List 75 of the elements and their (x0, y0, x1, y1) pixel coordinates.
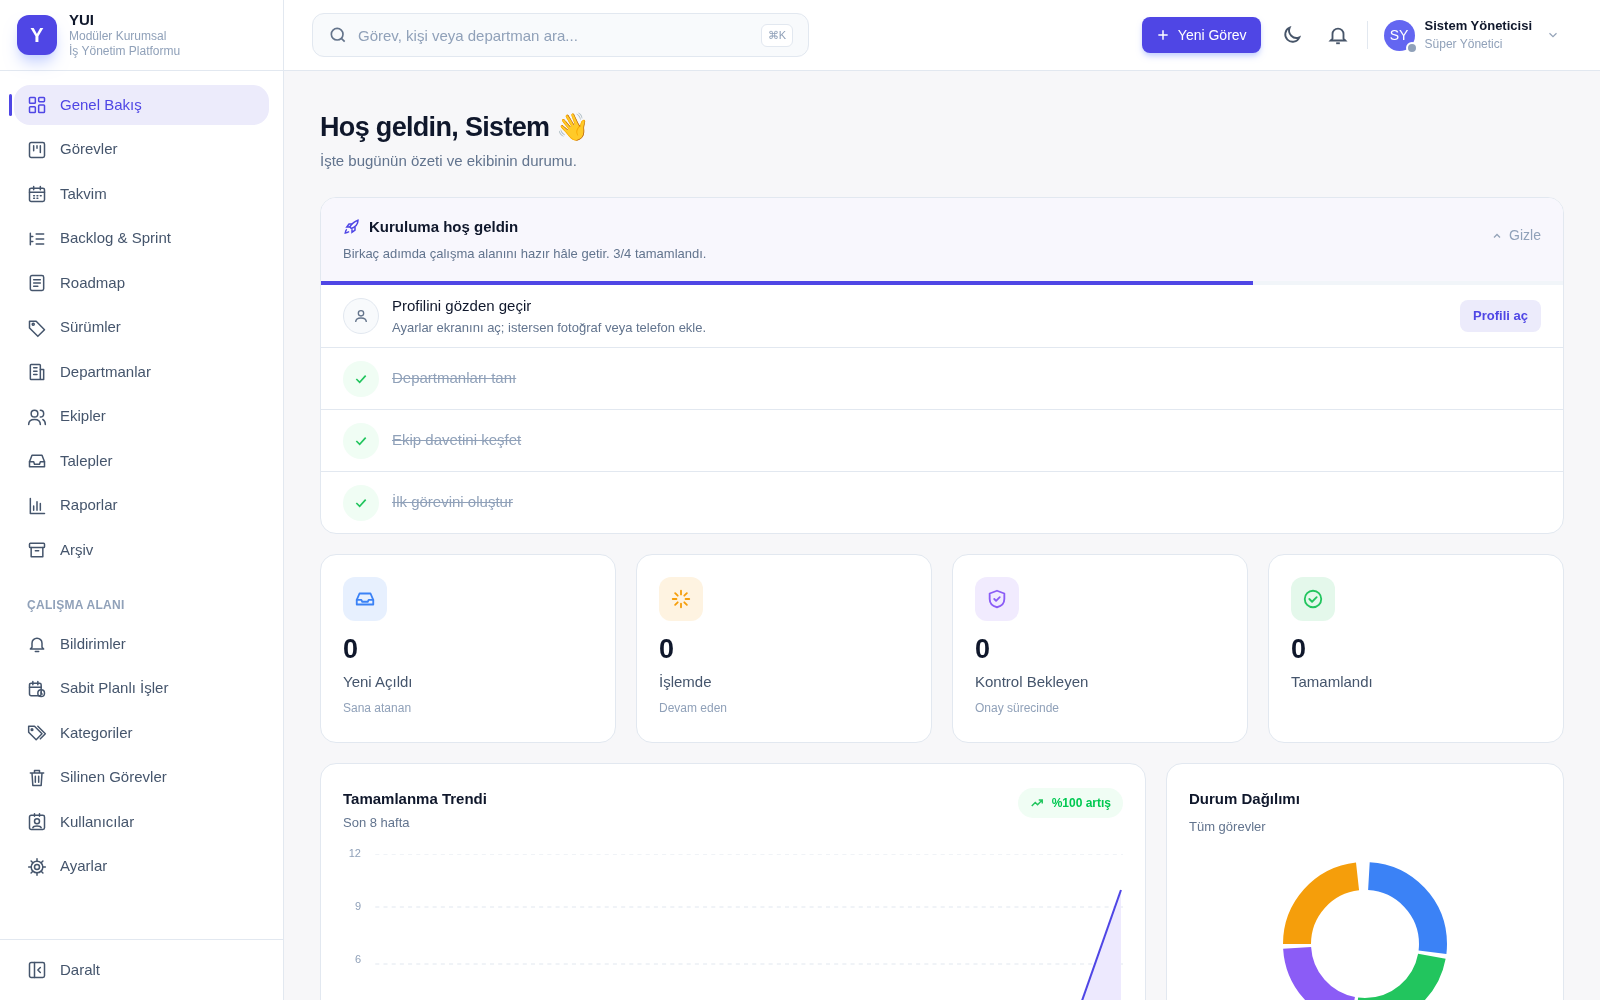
stat-label: Kontrol Bekleyen (975, 671, 1090, 692)
sidebar-item[interactable]: Ayarlar (14, 846, 269, 887)
stat-caption: Sana atanan (343, 700, 413, 718)
sidebar-item[interactable]: Takvim (14, 174, 269, 214)
sidebar-item[interactable]: Kullanıcılar (14, 802, 269, 842)
user-name: Sistem Yöneticisi (1424, 18, 1532, 35)
step-title: Ekip davetini keşfet (392, 430, 522, 451)
grid-icon (27, 95, 47, 115)
sidebar-item[interactable]: Arşiv (14, 530, 269, 570)
calendar-clock-icon (27, 678, 47, 699)
active-indicator (9, 94, 12, 116)
building-icon (27, 362, 47, 382)
trash-icon (27, 767, 47, 788)
sidebar-item[interactable]: Raporlar (14, 485, 269, 526)
rocket-icon (343, 218, 361, 237)
setup-title: Kuruluma hoş geldin (369, 217, 519, 237)
step-title: Departmanları tanı (392, 368, 517, 389)
inbox-icon (27, 451, 47, 471)
stat-label: Tamamlandı (1291, 671, 1374, 692)
stat-value: 0 (659, 633, 676, 666)
shortcut-hint: ⌘K (760, 24, 793, 47)
tags-icon (27, 723, 47, 743)
sidebar-item[interactable]: Bildirimler (14, 624, 269, 664)
brand-name: YUI (69, 10, 95, 30)
stat-value: 0 (343, 633, 360, 666)
sidebar-item[interactable]: Talepler (14, 441, 269, 481)
sidebar-item[interactable]: Genel Bakış (14, 85, 269, 125)
sidebar-item[interactable]: Roadmap (14, 263, 269, 303)
sidebar-collapse-icon (27, 960, 47, 980)
logo-icon: Y (17, 15, 57, 55)
bar-chart-icon (27, 495, 47, 516)
collapse-sidebar-link[interactable]: Daralt (14, 950, 269, 990)
step-title: Profilini gözden geçir (392, 296, 533, 316)
axis-label: 12 (347, 848, 361, 859)
sidebar-item[interactable]: Görevler (14, 129, 269, 170)
sidebar-item[interactable]: Kategoriler (14, 713, 269, 753)
section-heading: ÇALIŞMA ALANI (26, 597, 126, 614)
archive-icon (27, 540, 47, 560)
calendar-icon (27, 184, 47, 204)
stat-label: İşlemde (659, 671, 713, 692)
welcome-subtitle: İşte bugünün özeti ve ekibinin durumu. (320, 150, 578, 171)
user-badge-icon (27, 812, 47, 832)
sidebar-item[interactable]: Sürümler (14, 307, 269, 348)
gear-icon (27, 856, 47, 877)
open-profile-button[interactable]: Profili aç (1460, 300, 1541, 332)
kanban-icon (27, 139, 47, 160)
brand-tagline: Modüler Kurumsal (69, 29, 168, 44)
stat-caption: Onay sürecinde (975, 700, 1061, 718)
chart-title: Durum Dağılımı (1189, 789, 1301, 809)
sidebar-item[interactable]: Silinen Görevler (14, 757, 269, 798)
sidebar-item[interactable]: Sabit Planlı İşler (14, 668, 269, 709)
user-role: Süper Yönetici (1424, 36, 1504, 52)
brand-tagline: İş Yönetim Platformu (69, 44, 181, 60)
step-description: Ayarlar ekranını aç; istersen fotoğraf veya telefon ekle. (392, 318, 707, 337)
search-icon (328, 25, 348, 45)
stat-value: 0 (975, 633, 992, 666)
stat-caption: Devam eden (659, 700, 729, 718)
chart-subtitle: Tüm görevler (1189, 817, 1267, 836)
sidebar-item[interactable]: Departmanlar (14, 352, 269, 392)
axis-label: 9 (353, 901, 361, 912)
welcome-title: Hoş geldin, Sistem 👋 (320, 111, 591, 144)
chart-title: Tamamlanma Trendi (343, 789, 487, 809)
new-task-button[interactable]: Yeni Görev (1141, 17, 1261, 53)
stat-value: 0 (1291, 633, 1308, 666)
document-icon (27, 273, 47, 293)
step-title: İlk görevini oluştur (392, 492, 513, 513)
plus-icon (1155, 28, 1170, 42)
growth-badge: %100 artış (1017, 788, 1123, 818)
user-avatar[interactable]: SY (1383, 19, 1415, 51)
axis-label: 6 (353, 954, 361, 965)
chart-subtitle: Son 8 hafta (343, 813, 411, 832)
sidebar-item[interactable]: Ekipler (14, 396, 269, 437)
sidebar-item[interactable]: Backlog & Sprint (14, 218, 269, 259)
setup-subtitle: Birkaç adımda çalışma alanını hazır hâle getir. 3/4 tamamlandı. (343, 244, 707, 263)
stat-label: Yeni Açıldı (343, 671, 414, 692)
